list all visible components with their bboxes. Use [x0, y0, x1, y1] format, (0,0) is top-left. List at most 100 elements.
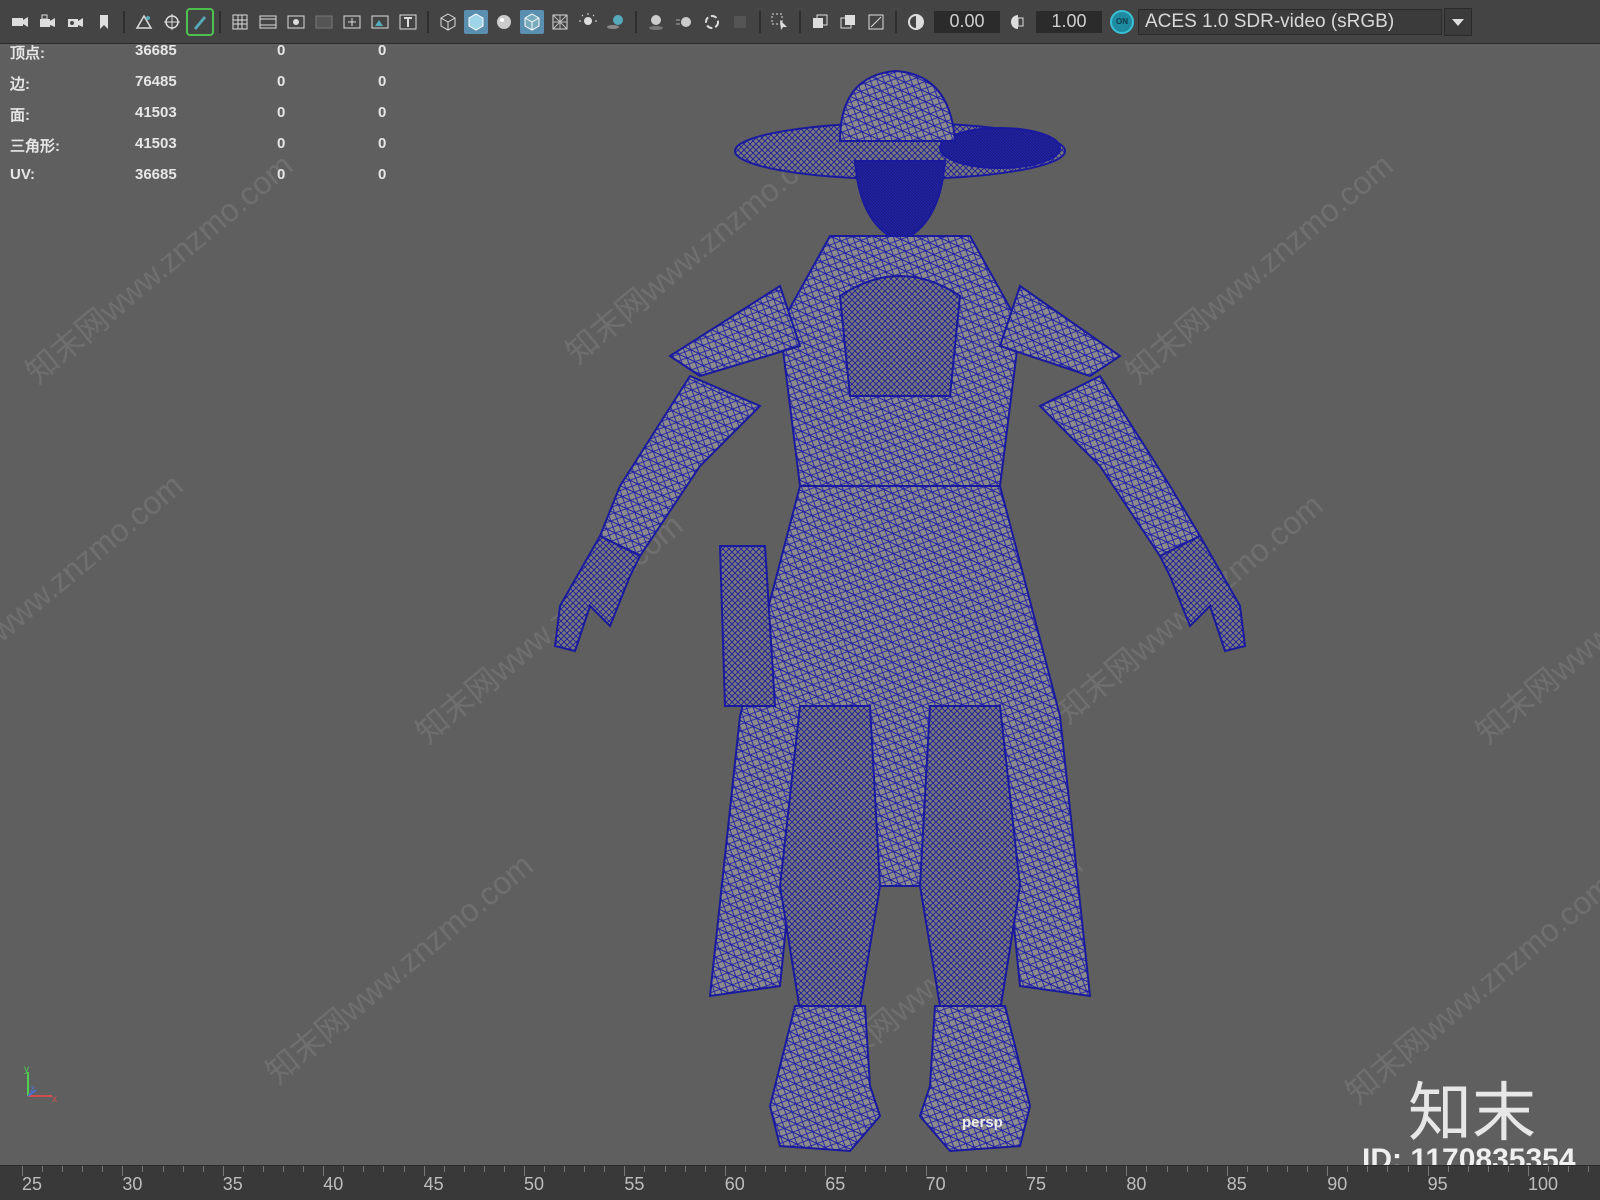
toolbar-divider: [635, 10, 637, 33]
gamma-icon[interactable]: [1006, 10, 1030, 34]
ruler-tick-mark: [1548, 1166, 1550, 1172]
textured-icon[interactable]: [548, 10, 572, 34]
ruler-tick-mark: [905, 1166, 907, 1172]
ruler-tick-label: 30: [122, 1174, 143, 1194]
ruler-tick-mark: [704, 1166, 706, 1172]
screen-space-ao-icon[interactable]: [644, 10, 668, 34]
ruler-tick-mark: [503, 1166, 505, 1172]
ruler-tick-mark: [664, 1166, 666, 1172]
gate-mask-icon[interactable]: [312, 10, 336, 34]
ruler-tick-mark: [162, 1166, 164, 1172]
ruler-tick-label: 90: [1327, 1174, 1348, 1194]
ruler-tick-mark: [825, 1166, 827, 1176]
toolbar-divider: [427, 10, 429, 33]
ruler-tick-mark: [805, 1166, 807, 1172]
ruler-tick-mark: [1146, 1166, 1148, 1172]
hud-row-faces: 面: 41503 0 0: [10, 100, 410, 131]
ruler-tick-label: 85: [1226, 1174, 1247, 1194]
hud-value: 36685: [135, 42, 177, 59]
toolbar-divider: [123, 10, 125, 33]
safe-action-icon[interactable]: [368, 10, 392, 34]
xray-icon[interactable]: [808, 10, 832, 34]
ruler-tick-label: 75: [1026, 1174, 1047, 1194]
ruler-tick-label: 35: [222, 1174, 243, 1194]
hud-value: 76485: [135, 73, 177, 90]
color-space-select[interactable]: ACES 1.0 SDR-video (sRGB): [1138, 8, 1442, 35]
chevron-down-icon[interactable]: [1444, 7, 1472, 36]
ruler-tick-mark: [1266, 1166, 1268, 1172]
color-management-icon[interactable]: ON: [1110, 9, 1134, 34]
ruler-tick-mark: [1186, 1166, 1188, 1172]
ruler-tick-label: 70: [925, 1174, 946, 1194]
grease-pencil-icon[interactable]: [186, 7, 214, 36]
smooth-shade-icon[interactable]: [464, 9, 488, 34]
film-gate-icon[interactable]: [256, 10, 280, 34]
xray-active-components-icon[interactable]: [864, 10, 888, 34]
character-wireframe-model[interactable]: [540, 66, 1260, 1156]
resolution-gate-icon[interactable]: [284, 10, 308, 34]
camera-bookmark-icon[interactable]: [64, 10, 88, 34]
ruler-tick-mark: [1246, 1166, 1248, 1172]
hud-value: 0: [277, 104, 286, 121]
ruler-tick-mark: [885, 1166, 887, 1172]
poly-count-hud: 顶点: 36685 0 0 边: 76485 0 0 面: 41503 0 0 …: [10, 38, 410, 193]
hud-label: 顶点:: [10, 45, 45, 62]
ruler-tick-mark: [343, 1166, 345, 1172]
ruler-tick-mark: [22, 1166, 23, 1176]
anti-aliasing-icon[interactable]: [700, 10, 724, 34]
ruler-tick-mark: [1327, 1166, 1329, 1176]
image-plane-icon[interactable]: [132, 10, 156, 34]
isolate-select-icon[interactable]: [768, 10, 792, 34]
ruler-tick-mark: [1528, 1166, 1529, 1176]
camera-name-label: persp: [962, 1114, 1003, 1131]
grid-icon[interactable]: [228, 10, 252, 34]
exposure-icon[interactable]: [904, 10, 928, 34]
hud-value: 36685: [135, 166, 177, 183]
field-chart-icon[interactable]: [340, 10, 364, 34]
wireframe-on-shaded-icon[interactable]: [520, 9, 544, 34]
shadows-icon[interactable]: [604, 10, 628, 34]
motion-blur-icon[interactable]: [672, 10, 696, 34]
ruler-tick-mark: [1367, 1166, 1369, 1172]
ruler-tick-mark: [142, 1166, 144, 1172]
hud-value: 0: [378, 42, 387, 59]
ruler-tick-mark: [1387, 1166, 1389, 1172]
hud-value: 41503: [135, 104, 177, 121]
ruler-tick-label: 40: [323, 1174, 344, 1194]
ruler-tick-label: 25: [22, 1174, 43, 1194]
ruler-tick-mark: [845, 1166, 847, 1172]
gamma-field[interactable]: 1.00: [1036, 10, 1102, 33]
time-slider[interactable]: 25 30 35 40 45 50 55 60 65 70 75 80 85 90 95 100: [0, 1165, 1600, 1200]
safe-title-icon[interactable]: [396, 10, 420, 34]
hud-row-vertices: 顶点: 36685 0 0: [10, 38, 410, 69]
ruler-tick-label: 50: [524, 1174, 545, 1194]
depth-of-field-icon[interactable]: [728, 10, 752, 34]
ruler-tick-mark: [684, 1166, 686, 1172]
2d-pan-icon[interactable]: [160, 10, 184, 34]
ruler-tick-mark: [1086, 1166, 1088, 1172]
hud-value: 0: [378, 73, 387, 90]
hud-value: 0: [277, 42, 286, 59]
camera-icon[interactable]: [8, 10, 32, 34]
ruler-tick-mark: [564, 1166, 566, 1172]
axis-x-label: x: [52, 1094, 57, 1104]
wireframe-icon[interactable]: [436, 10, 460, 34]
bookmark-icon[interactable]: [92, 10, 116, 34]
ruler-tick-mark: [122, 1166, 124, 1176]
ruler-tick-label: 80: [1126, 1174, 1147, 1194]
ruler-tick-mark: [423, 1166, 425, 1176]
ruler-tick-mark: [62, 1166, 64, 1172]
use-all-lights-icon[interactable]: [576, 10, 600, 34]
hud-row-triangles: 三角形: 41503 0 0: [10, 131, 410, 162]
default-material-icon[interactable]: [492, 10, 516, 34]
ruler-tick-label: 55: [624, 1174, 645, 1194]
perspective-viewport[interactable]: 知末网www.znzmo.com 知末网www.znzmo.com 知末网www…: [0, 44, 1600, 1165]
ruler-tick-label: 65: [825, 1174, 846, 1194]
ruler-tick-mark: [1307, 1166, 1309, 1172]
hud-label: UV:: [10, 166, 36, 183]
camera-lock-icon[interactable]: [36, 10, 60, 34]
exposure-field[interactable]: 0.00: [934, 10, 1000, 33]
ruler-tick-mark: [1046, 1166, 1048, 1172]
xray-joints-icon[interactable]: [836, 10, 860, 34]
ruler-tick-mark: [82, 1166, 84, 1172]
